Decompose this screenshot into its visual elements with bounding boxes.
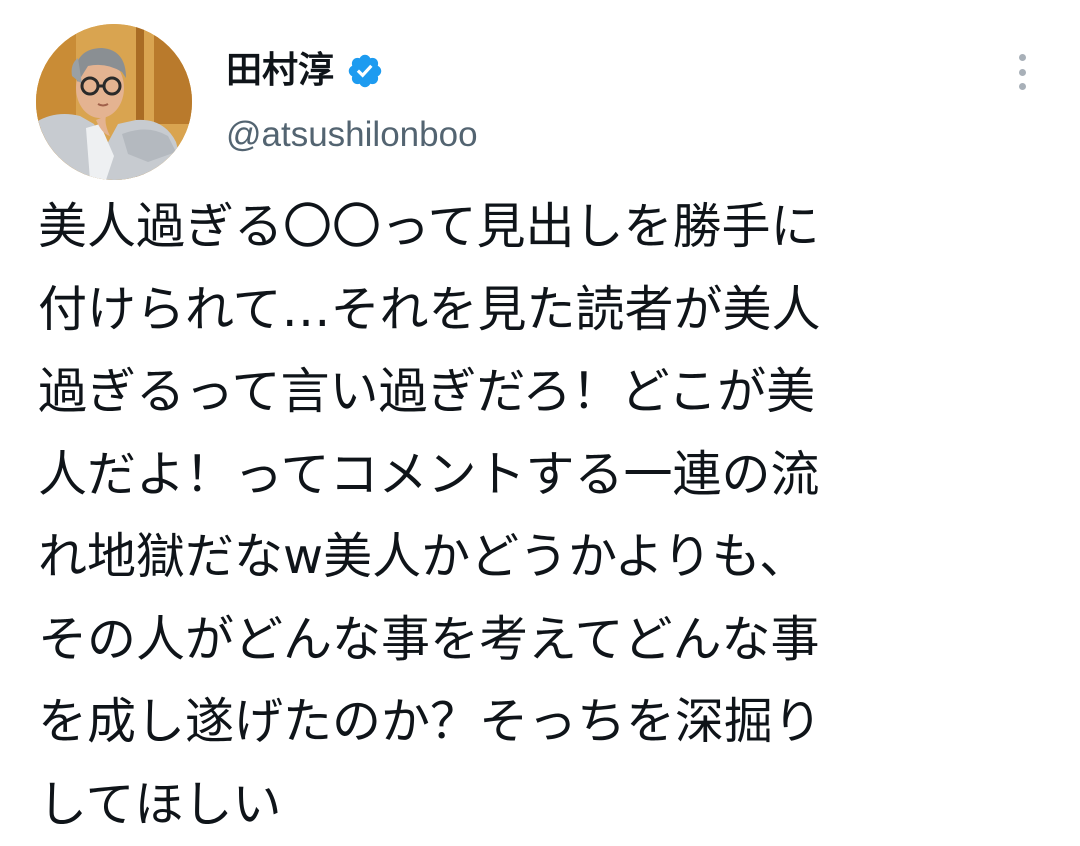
tweet-text-line: 人だよ！ってコメントする一連の流 <box>38 434 1048 517</box>
more-vertical-icon-dot <box>1019 54 1026 61</box>
more-vertical-icon-dot <box>1019 83 1026 90</box>
tweet-text-line: 付けられて…それを見た読者が美人 <box>38 269 1048 352</box>
author-display-name[interactable]: 田村淳 <box>226 46 334 96</box>
tweet-text-line: 美人過ぎる〇〇って見出しを勝手に <box>38 186 1048 269</box>
tweet-text: 美人過ぎる〇〇って見出しを勝手に 付けられて…それを見た読者が美人 過ぎるって言… <box>38 186 1048 846</box>
more-options-button[interactable] <box>1004 50 1040 94</box>
verified-badge-icon <box>346 52 384 90</box>
profile-photo <box>36 24 192 180</box>
author-name-row: 田村淳 <box>226 46 384 96</box>
tweet-text-line: 過ぎるって言い過ぎだろ！どこが美 <box>38 351 1048 434</box>
tweet-text-line: その人がどんな事を考えてどんな事 <box>38 599 1048 682</box>
tweet-text-line: を成し遂げたのか？そっちを深掘り <box>38 681 1048 764</box>
tweet: 田村淳 @atsushilonboo 美人過ぎる〇〇って見出しを勝手に 付けられ… <box>0 0 1080 843</box>
more-vertical-icon-dot <box>1019 69 1026 76</box>
tweet-text-line: れ地獄だなw美人かどうかよりも、 <box>38 516 1048 599</box>
author-avatar[interactable] <box>36 24 192 180</box>
author-handle[interactable]: @atsushilonboo <box>226 112 478 158</box>
tweet-text-line: してほしい <box>38 764 1048 846</box>
